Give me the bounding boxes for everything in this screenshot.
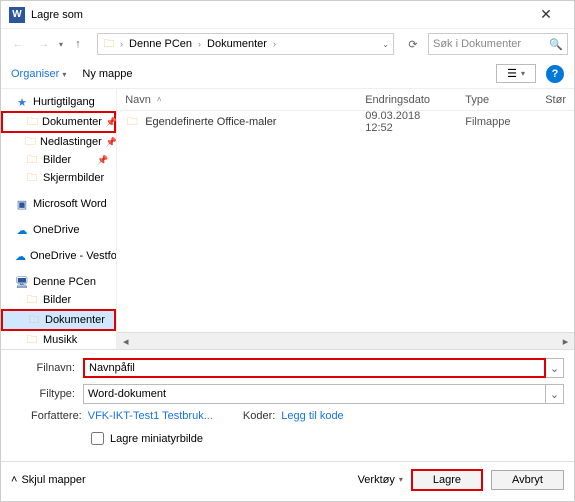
sort-arrow-icon: ˄ <box>157 95 162 104</box>
thumbnail-checkbox[interactable] <box>91 432 104 445</box>
star-icon: ★ <box>15 95 29 109</box>
hide-folders-button[interactable]: ˄ Skjul mapper <box>11 474 86 486</box>
address-bar[interactable]: 🗀 › Denne PCen › Dokumenter › ⌄ <box>97 33 394 55</box>
new-folder-button[interactable]: Ny mappe <box>82 68 132 80</box>
pin-icon: 📌 <box>106 117 117 128</box>
forward-button[interactable]: → <box>33 33 55 55</box>
chevron-down-icon: ▾ <box>62 70 66 79</box>
tree-onedrive[interactable]: ☁ OneDrive <box>1 221 116 239</box>
filename-input[interactable]: Navnpåfil <box>83 358 546 378</box>
window-title: Lagre som <box>31 9 526 21</box>
scroll-right-icon[interactable]: ▸ <box>557 333 574 350</box>
folder-icon: 🗀 <box>25 333 39 347</box>
search-icon: 🔍 <box>549 38 563 51</box>
back-button[interactable]: ← <box>7 33 29 55</box>
word-icon: ▣ <box>15 197 29 211</box>
up-button[interactable]: ↑ <box>67 33 89 55</box>
col-date[interactable]: Endringsdato <box>357 94 457 106</box>
search-input[interactable]: Søk i Dokumenter 🔍 <box>428 33 568 55</box>
crumb-sep-icon: › <box>194 39 205 49</box>
filetype-dropdown[interactable]: ⌄ <box>546 384 564 404</box>
chevron-up-icon: ˄ <box>11 474 17 486</box>
col-name[interactable]: Navn ˄ <box>117 94 357 106</box>
tree-item-dokumenter[interactable]: 🗀 Dokumenter <box>1 309 116 331</box>
refresh-button[interactable]: ⟳ <box>402 33 424 55</box>
folder-icon: 🗀 <box>102 37 116 51</box>
scroll-left-icon[interactable]: ◂ <box>117 333 134 350</box>
tree-msword[interactable]: ▣ Microsoft Word <box>1 195 116 213</box>
crumb-sep-icon: › <box>116 39 127 49</box>
tags-value[interactable]: Legg til kode <box>281 410 343 422</box>
tree-item-musikk[interactable]: 🗀 Musikk <box>1 331 116 349</box>
pin-icon: 📌 <box>106 137 117 148</box>
folder-icon: 🗀 <box>27 115 38 129</box>
view-icon: ☰ <box>507 67 517 80</box>
filetype-select[interactable]: Word-dokument <box>83 384 546 404</box>
folder-tree: ★ Hurtigtilgang 🗀 Dokumenter 📌 🗀 Nedlast… <box>1 89 117 349</box>
history-dropdown[interactable]: ▾ <box>59 40 63 49</box>
file-date: 09.03.2018 12:52 <box>357 110 457 134</box>
folder-icon: 🗀 <box>25 293 39 307</box>
crumb-sep-icon: › <box>269 39 280 49</box>
chevron-down-icon: ▾ <box>521 69 525 78</box>
tools-button[interactable]: Verktøy ▾ <box>358 474 403 486</box>
folder-icon: 🗀 <box>25 171 39 185</box>
col-size[interactable]: Stør <box>537 94 574 106</box>
file-type: Filmappe <box>457 116 537 128</box>
filename-dropdown[interactable]: ⌄ <box>546 358 564 378</box>
tree-item-nedlastinger[interactable]: 🗀 Nedlastinger 📌 <box>1 133 116 151</box>
breadcrumb-item[interactable]: Denne PCen <box>127 38 194 50</box>
tree-item-bilder[interactable]: 🗀 Bilder <box>1 291 116 309</box>
pc-icon: 🖥 <box>15 275 29 289</box>
folder-icon: 🗀 <box>25 153 39 167</box>
tree-thispc[interactable]: 🖥 Denne PCen <box>1 273 116 291</box>
tree-item-dokumenter[interactable]: 🗀 Dokumenter 📌 <box>1 111 116 133</box>
file-name: Egendefinerte Office-maler <box>145 116 276 128</box>
filename-label: Filnavn: <box>11 362 83 374</box>
address-dropdown-icon[interactable]: ⌄ <box>382 40 389 49</box>
onedrive-icon: ☁ <box>15 223 29 237</box>
folder-icon: 🗀 <box>25 135 36 149</box>
breadcrumb-item[interactable]: Dokumenter <box>205 38 269 50</box>
save-button[interactable]: Lagre <box>411 469 483 491</box>
authors-label: Forfattere: <box>31 410 82 422</box>
authors-value[interactable]: VFK-IKT-Test1 Testbruk... <box>88 410 213 422</box>
search-placeholder: Søk i Dokumenter <box>433 38 521 50</box>
onedrive-icon: ☁ <box>15 249 26 263</box>
tags-label: Koder: <box>243 410 275 422</box>
help-button[interactable]: ? <box>546 65 564 83</box>
column-headers: Navn ˄ Endringsdato Type Stør <box>117 89 574 111</box>
folder-icon: 🗀 <box>125 115 139 129</box>
horizontal-scrollbar[interactable]: ◂ ▸ <box>117 332 574 349</box>
filetype-label: Filtype: <box>11 388 83 400</box>
tree-onedrive-vestfold[interactable]: ☁ OneDrive - Vestfol <box>1 247 116 265</box>
pin-icon: 📌 <box>97 155 112 166</box>
tree-quick-access[interactable]: ★ Hurtigtilgang <box>1 93 116 111</box>
app-icon: W <box>9 7 25 23</box>
close-button[interactable]: ✕ <box>526 6 566 23</box>
cancel-button[interactable]: Avbryt <box>491 470 564 490</box>
view-options-button[interactable]: ☰ ▾ <box>496 64 536 83</box>
folder-icon: 🗀 <box>27 313 41 327</box>
chevron-down-icon: ▾ <box>399 475 403 484</box>
thumbnail-label: Lagre miniatyrbilde <box>110 433 203 445</box>
col-type[interactable]: Type <box>457 94 537 106</box>
tree-item-bilder[interactable]: 🗀 Bilder 📌 <box>1 151 116 169</box>
file-row[interactable]: 🗀 Egendefinerte Office-maler 09.03.2018 … <box>117 111 574 133</box>
organize-button[interactable]: Organiser ▾ <box>11 68 66 80</box>
tree-item-skjermbilder[interactable]: 🗀 Skjermbilder <box>1 169 116 187</box>
